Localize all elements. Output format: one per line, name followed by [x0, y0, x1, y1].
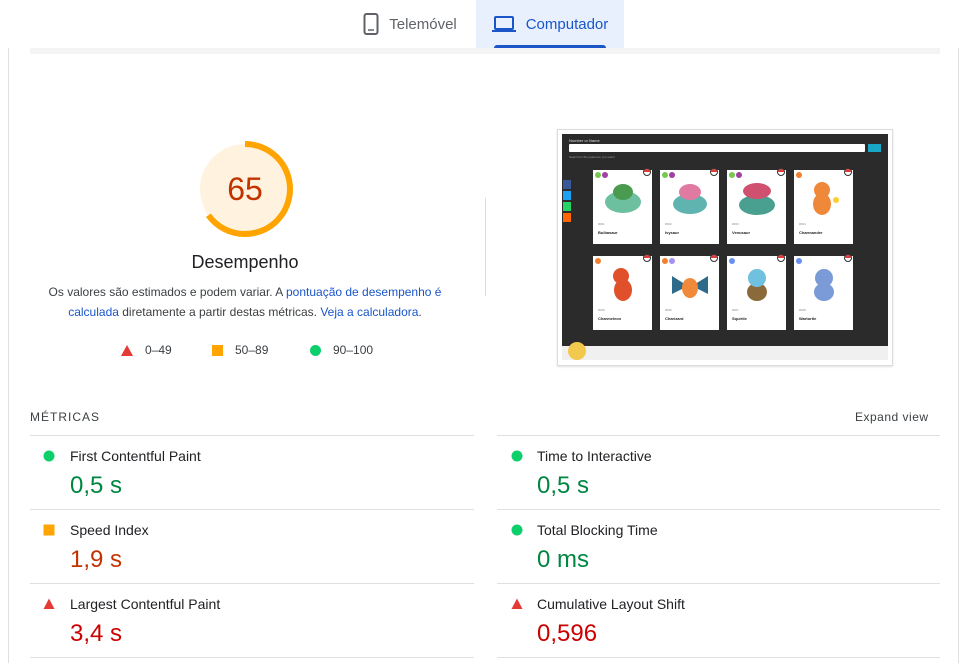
red-triangle-icon — [43, 598, 55, 609]
pokemon-card: #003 Venusaur — [727, 168, 786, 244]
metric-lcp-value: 3,4 s — [70, 620, 123, 647]
pokemon-card: #006 Charizard — [660, 254, 719, 330]
expand-view-button[interactable]: Expand view — [855, 410, 929, 424]
pokemon-card: #002 Ivysaur — [660, 168, 719, 244]
metric-tbt-value: 0 ms — [537, 546, 590, 573]
screenshot-image: Number or Name Search for the pokémon yo… — [562, 134, 888, 360]
legend-poor: 0–49 — [121, 340, 172, 360]
metric-tti-value: 0,5 s — [537, 472, 590, 499]
tab-desktop-label: Computador — [525, 15, 609, 33]
metric-cls-label: Cumulative Layout Shift — [537, 596, 685, 612]
metric-si-label: Speed Index — [70, 522, 149, 538]
orange-square-icon — [212, 344, 223, 356]
metric-tbt-label: Total Blocking Time — [537, 522, 658, 538]
panel-right-border — [958, 48, 959, 663]
twitter-icon — [563, 191, 571, 200]
metric-divider — [497, 657, 940, 658]
desc-text-1: Os valores são estimados e podem variar.… — [48, 285, 286, 299]
green-circle-icon — [310, 344, 321, 356]
screenshot-search-label: Number or Name — [569, 138, 600, 143]
metric-divider — [497, 583, 940, 584]
smartphone-icon — [363, 13, 379, 35]
metric-fcp-value: 0,5 s — [70, 472, 123, 499]
red-triangle-icon — [121, 344, 133, 356]
legend-good-range: 90–100 — [333, 343, 374, 357]
section-top-strip — [30, 48, 940, 54]
score-description: Os valores são estimados e podem variar.… — [40, 282, 450, 322]
facebook-icon — [563, 180, 571, 189]
screenshot-search-box — [569, 144, 865, 152]
performance-score: 65 — [227, 170, 263, 207]
pokemon-card: #007 Squirtle — [727, 254, 786, 330]
laptop-icon — [491, 15, 516, 33]
vertical-divider — [485, 198, 486, 296]
tab-mobile[interactable]: Telemóvel — [348, 0, 472, 48]
green-circle-icon — [43, 450, 55, 462]
metric-divider — [30, 435, 474, 436]
avatar — [568, 342, 586, 360]
desc-text-3: . — [418, 305, 422, 319]
share-icon — [563, 213, 571, 222]
calculator-link[interactable]: Veja a calculadora — [320, 305, 418, 319]
green-circle-icon — [511, 450, 523, 462]
metric-divider — [30, 657, 474, 658]
legend-average-range: 50–89 — [235, 343, 269, 357]
desc-text-2: diretamente a partir destas métricas. — [118, 305, 321, 319]
tab-desktop[interactable]: Computador — [476, 0, 624, 48]
screenshot-bottom-strip — [562, 346, 888, 360]
pokemon-card: #001 Bulbasaur — [593, 168, 652, 244]
performance-title: Desempenho — [191, 252, 299, 272]
metric-divider — [497, 509, 940, 510]
pokemon-card: #004 Charmander — [794, 168, 853, 244]
device-tabs: Telemóvel Computador — [0, 0, 966, 48]
legend-poor-range: 0–49 — [145, 343, 172, 357]
metric-fcp-label: First Contentful Paint — [70, 448, 201, 464]
metric-divider — [497, 435, 940, 436]
panel-left-border — [8, 48, 9, 663]
green-circle-icon — [511, 524, 523, 536]
pokemon-card: #005 Charmeleon — [593, 254, 652, 330]
red-triangle-icon — [511, 598, 523, 609]
metric-lcp-label: Largest Contentful Paint — [70, 596, 221, 612]
whatsapp-icon — [563, 202, 571, 211]
legend-average: 50–89 — [212, 340, 268, 360]
legend-good: 90–100 — [310, 340, 373, 360]
final-screenshot[interactable]: Number or Name Search for the pokémon yo… — [557, 129, 893, 366]
metric-tti-label: Time to Interactive — [537, 448, 652, 464]
metric-si-value: 1,9 s — [70, 546, 123, 573]
metrics-title: MÉTRICAS — [30, 410, 101, 424]
screenshot-search-button — [868, 144, 881, 152]
pokemon-card: #008 Wartortle — [794, 254, 853, 330]
tab-mobile-label: Telemóvel — [389, 15, 457, 33]
metric-divider — [30, 509, 474, 510]
orange-square-icon — [43, 524, 55, 536]
screenshot-hint: Search for the pokémon you want! — [569, 155, 615, 159]
metric-divider — [30, 583, 474, 584]
metric-cls-value: 0,596 — [537, 620, 598, 647]
